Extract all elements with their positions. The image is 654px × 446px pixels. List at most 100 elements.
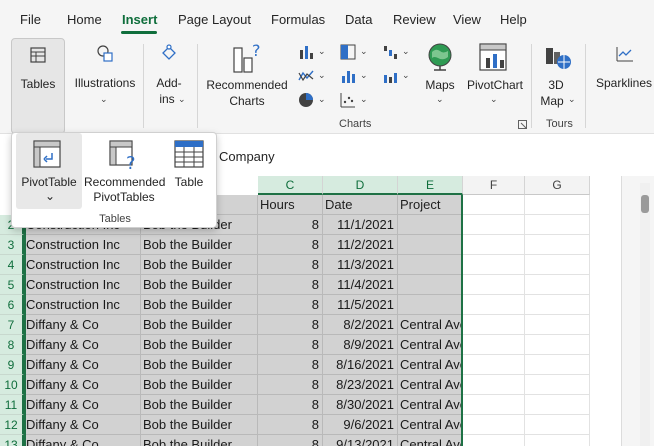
column-header-e[interactable]: E [398, 176, 463, 195]
waterfall-chart-button[interactable]: ⌄ [380, 42, 416, 64]
cell[interactable]: Bob the Builder [141, 355, 258, 375]
cell[interactable] [525, 335, 590, 355]
cell[interactable] [463, 375, 525, 395]
menu-help[interactable]: Help [500, 12, 527, 27]
cell[interactable]: Bob the Builder [141, 415, 258, 435]
column-header-c[interactable]: C [258, 176, 323, 195]
cell[interactable]: Bob the Builder [141, 335, 258, 355]
illustrations-button[interactable]: Illustrations ⌄ [70, 38, 140, 118]
pivottable-button[interactable]: PivotTable ⌄ [16, 133, 82, 209]
cell[interactable] [525, 395, 590, 415]
menu-page-layout[interactable]: Page Layout [178, 12, 251, 27]
cell[interactable] [463, 295, 525, 315]
cell[interactable]: Bob the Builder [141, 395, 258, 415]
menu-data[interactable]: Data [345, 12, 372, 27]
cell[interactable] [525, 435, 590, 446]
cell[interactable]: 8 [258, 395, 323, 415]
column-chart-button[interactable]: ⌄ [296, 42, 332, 64]
menu-view[interactable]: View [453, 12, 481, 27]
cell[interactable]: 8 [258, 235, 323, 255]
column-header-d[interactable]: D [323, 176, 398, 195]
cell[interactable]: Bob the Builder [141, 275, 258, 295]
cell[interactable]: Diffany & Co [24, 395, 141, 415]
cell[interactable]: Construction Inc [24, 235, 141, 255]
row-header[interactable]: 12 [0, 415, 24, 435]
cell[interactable] [398, 255, 463, 275]
cell[interactable] [463, 255, 525, 275]
combo-chart-button[interactable]: ⌄ [380, 66, 416, 88]
vertical-scrollbar[interactable] [640, 183, 650, 446]
cell[interactable] [463, 395, 525, 415]
statistic-chart-button[interactable]: ⌄ [338, 66, 374, 88]
cell[interactable]: 11/2/2021 [323, 235, 398, 255]
cell[interactable]: Diffany & Co [24, 435, 141, 446]
cell[interactable] [525, 195, 590, 215]
3d-map-button[interactable]: 3D Map ⌄ [536, 38, 576, 118]
cell[interactable]: Construction Inc [24, 255, 141, 275]
cell[interactable] [463, 435, 525, 446]
cell[interactable]: Bob the Builder [141, 435, 258, 446]
cell[interactable]: 8 [258, 215, 323, 235]
cell[interactable]: Bob the Builder [141, 255, 258, 275]
cell[interactable] [398, 235, 463, 255]
cell[interactable] [525, 255, 590, 275]
cell[interactable]: 8/16/2021 [323, 355, 398, 375]
cell[interactable] [525, 315, 590, 335]
row-header[interactable]: 6 [0, 295, 24, 315]
row-header[interactable]: 11 [0, 395, 24, 415]
cell[interactable]: Bob the Builder [141, 315, 258, 335]
tables-button[interactable]: Tables [11, 38, 65, 134]
cell[interactable]: Bob the Builder [141, 235, 258, 255]
cell[interactable]: 11/3/2021 [323, 255, 398, 275]
header-cell-project[interactable]: Project [398, 195, 463, 215]
cell[interactable]: 9/13/2021 [323, 435, 398, 446]
menu-formulas[interactable]: Formulas [271, 12, 325, 27]
menu-home[interactable]: Home [67, 12, 102, 27]
cell[interactable]: Diffany & Co [24, 415, 141, 435]
header-cell-hours[interactable]: Hours [258, 195, 323, 215]
cell[interactable] [525, 375, 590, 395]
row-header[interactable]: 4 [0, 255, 24, 275]
header-cell-date[interactable]: Date [323, 195, 398, 215]
cell[interactable]: 8 [258, 335, 323, 355]
cell[interactable] [525, 235, 590, 255]
cell[interactable]: Central Avenue store [398, 415, 521, 435]
cell[interactable]: Central Avenue store [398, 435, 521, 446]
cell[interactable] [463, 335, 525, 355]
hierarchy-chart-button[interactable]: ⌄ [338, 42, 374, 64]
cell[interactable]: Bob the Builder [141, 375, 258, 395]
row-header[interactable]: 7 [0, 315, 24, 335]
cell[interactable] [525, 215, 590, 235]
row-header[interactable]: 5 [0, 275, 24, 295]
cell[interactable]: 11/4/2021 [323, 275, 398, 295]
cell[interactable]: 11/1/2021 [323, 215, 398, 235]
cell[interactable]: 8 [258, 415, 323, 435]
scrollbar-thumb[interactable] [641, 195, 649, 213]
cell[interactable] [463, 275, 525, 295]
cell[interactable] [525, 415, 590, 435]
cell[interactable]: 8 [258, 435, 323, 446]
cell[interactable]: 8 [258, 375, 323, 395]
cell[interactable]: Central Avenue store [398, 395, 521, 415]
cell[interactable]: 8 [258, 255, 323, 275]
cell[interactable] [463, 195, 525, 215]
recommended-charts-button[interactable]: ? Recommended Charts [202, 38, 290, 118]
cell[interactable]: 8 [258, 355, 323, 375]
menu-file[interactable]: File [20, 12, 41, 27]
cell[interactable]: Diffany & Co [24, 355, 141, 375]
cell[interactable]: 8/23/2021 [323, 375, 398, 395]
cell[interactable] [398, 295, 463, 315]
cell[interactable] [525, 275, 590, 295]
column-header-g[interactable]: G [525, 176, 590, 195]
formula-input[interactable]: Company [219, 149, 275, 164]
cell[interactable]: Diffany & Co [24, 375, 141, 395]
cell[interactable] [525, 295, 590, 315]
menu-review[interactable]: Review [393, 12, 436, 27]
table-button[interactable]: Table [166, 133, 212, 209]
pie-chart-button[interactable]: ⌄ [296, 90, 332, 112]
cell[interactable] [463, 355, 525, 375]
line-chart-button[interactable]: ⌄ [296, 66, 332, 88]
row-header[interactable]: 3 [0, 235, 24, 255]
cell[interactable] [463, 415, 525, 435]
cell[interactable] [525, 355, 590, 375]
